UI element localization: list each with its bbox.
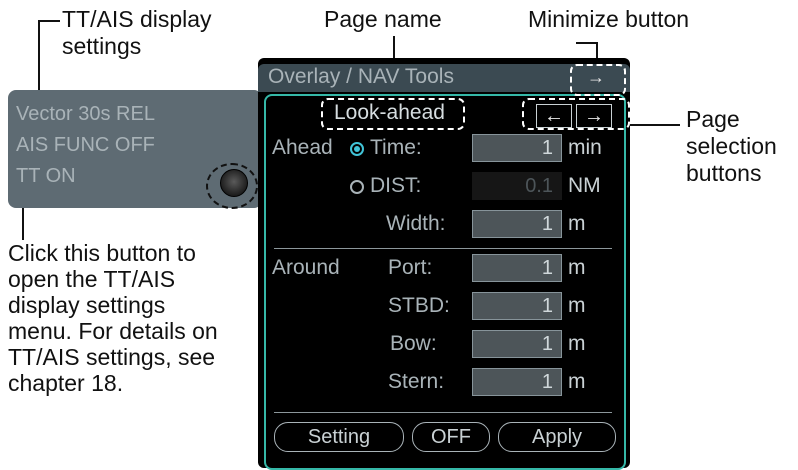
dist-label: DIST: xyxy=(370,174,422,197)
dist-unit: NM xyxy=(568,174,601,197)
time-field[interactable]: 1 xyxy=(472,134,562,162)
click-note-line: display settings xyxy=(8,292,166,318)
callout-leader-page-selection xyxy=(630,124,680,126)
width-field[interactable]: 1 xyxy=(472,210,562,238)
callout-page-selection-line1: Page xyxy=(686,106,740,132)
dist-field[interactable]: 0.1 xyxy=(472,172,562,200)
setting-button[interactable]: Setting xyxy=(274,422,404,452)
callout-page-selection-line2: selection xyxy=(686,133,777,159)
callout-ttais-line2: settings xyxy=(62,33,142,59)
stern-label: Stern: xyxy=(388,370,445,393)
click-note-line: menu. For details on xyxy=(8,318,218,344)
click-note-line: TT/AIS settings, see xyxy=(8,344,216,370)
callout-page-name: Page name xyxy=(324,6,442,32)
highlight-ttais-button xyxy=(206,163,258,209)
callout-leader-minimize-top xyxy=(576,42,598,44)
bow-label: Bow: xyxy=(390,332,437,355)
callout-leader-ttais xyxy=(38,20,40,98)
callout-click-note: Click this button to open the TT/AIS dis… xyxy=(8,240,218,396)
bow-field[interactable]: 1 xyxy=(472,330,562,358)
stern-field[interactable]: 1 xyxy=(472,368,562,396)
highlight-minimize-button xyxy=(570,64,626,96)
port-unit: m xyxy=(568,256,586,279)
callout-ttais-line1: TT/AIS display xyxy=(62,6,212,32)
ttais-vector-status: Vector 30s REL xyxy=(16,103,155,125)
stbd-label: STBD: xyxy=(388,294,450,317)
stbd-field[interactable]: 1 xyxy=(472,292,562,320)
callout-minimize: Minimize button xyxy=(528,6,690,32)
highlight-page-selection-buttons xyxy=(522,98,630,130)
port-label: Port: xyxy=(388,256,433,279)
panel-title: Overlay / NAV Tools xyxy=(268,65,454,88)
bow-unit: m xyxy=(568,332,586,355)
ttais-tt-status: TT ON xyxy=(16,165,76,187)
stbd-unit: m xyxy=(568,294,586,317)
stern-unit: m xyxy=(568,370,586,393)
port-field[interactable]: 1 xyxy=(472,254,562,282)
click-note-line: open the TT/AIS xyxy=(8,266,176,292)
look-ahead-page: Look-ahead ← → Ahead Time: 1 min DIST: 0… xyxy=(264,94,626,470)
click-note-line: chapter 18. xyxy=(8,370,124,396)
ahead-time-radio[interactable] xyxy=(350,142,364,156)
callout-page-selection-line3: buttons xyxy=(686,160,762,186)
off-button[interactable]: OFF xyxy=(412,422,490,452)
width-label: Width: xyxy=(386,212,446,235)
divider xyxy=(274,248,612,249)
ahead-label: Ahead xyxy=(272,136,333,159)
width-unit: m xyxy=(568,212,586,235)
callout-leader-ttais-top xyxy=(38,20,60,22)
divider xyxy=(274,412,612,413)
ttais-ais-status: AIS FUNC OFF xyxy=(16,134,155,156)
ahead-dist-radio[interactable] xyxy=(350,180,364,194)
apply-button[interactable]: Apply xyxy=(498,422,616,452)
around-label: Around xyxy=(272,256,340,279)
time-unit: min xyxy=(568,136,602,159)
highlight-page-name xyxy=(321,98,465,130)
time-label: Time: xyxy=(370,136,422,159)
click-note-line: Click this button to xyxy=(8,240,196,266)
